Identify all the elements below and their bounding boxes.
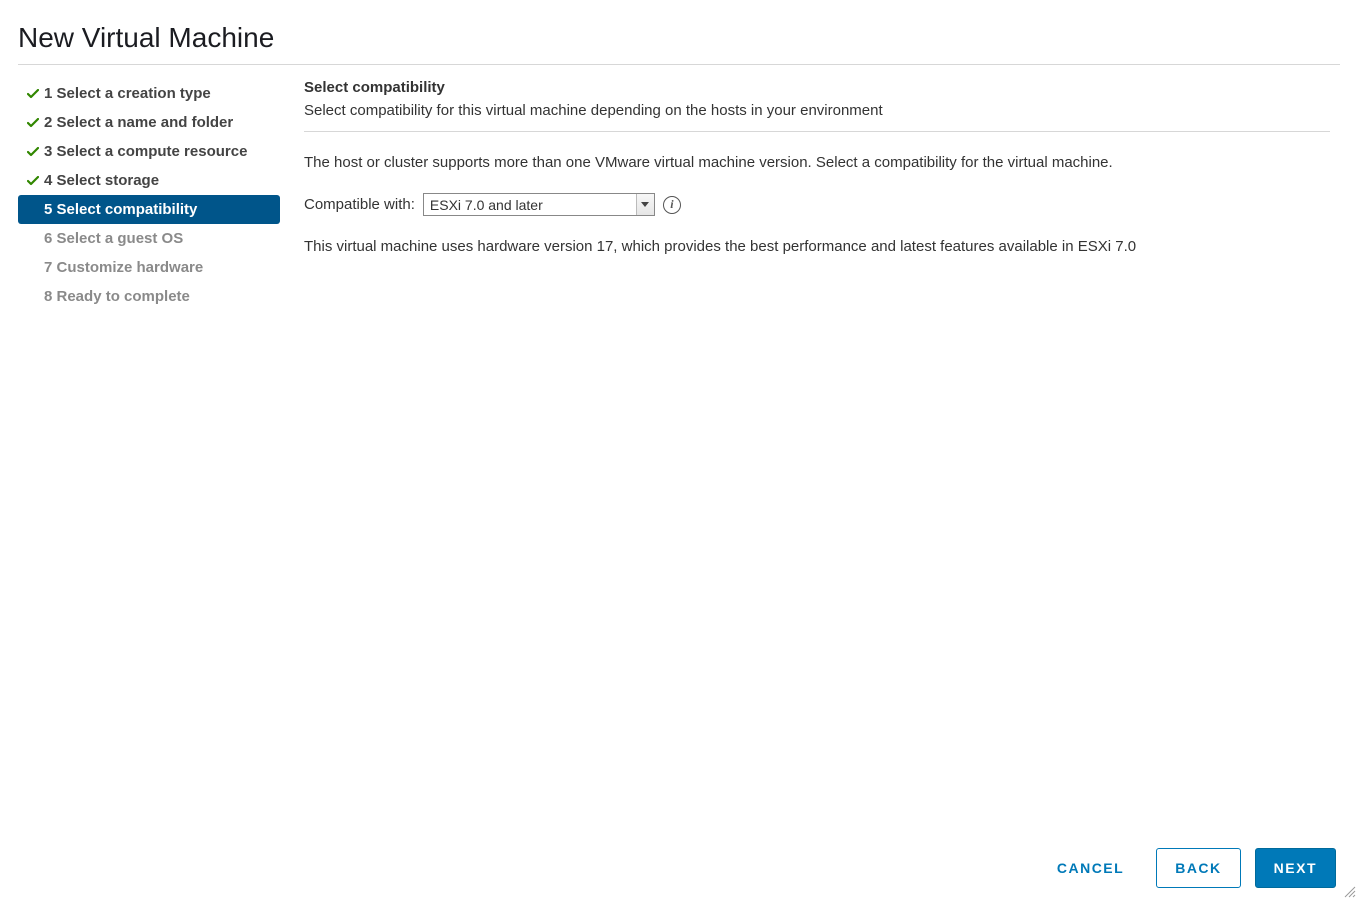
info-icon[interactable]: i: [663, 196, 681, 214]
content-subheading: Select compatibility for this virtual ma…: [304, 102, 1330, 132]
hardware-version-hint: This virtual machine uses hardware versi…: [304, 238, 1330, 255]
content-description: The host or cluster supports more than o…: [304, 154, 1330, 171]
wizard-steps-sidebar: 1 Select a creation type 2 Select a name…: [18, 79, 280, 311]
step-label: 1 Select a creation type: [44, 85, 211, 102]
wizard-footer: CANCEL BACK NEXT: [1039, 848, 1336, 888]
step-guest-os: 6 Select a guest OS: [18, 224, 280, 253]
step-label: 5 Select compatibility: [44, 201, 197, 218]
cancel-button[interactable]: CANCEL: [1039, 848, 1142, 888]
step-label: 8 Ready to complete: [44, 288, 190, 305]
check-icon: [24, 147, 42, 157]
step-compute-resource[interactable]: 3 Select a compute resource: [18, 137, 280, 166]
step-label: 3 Select a compute resource: [44, 143, 247, 160]
step-label: 4 Select storage: [44, 172, 159, 189]
step-compatibility[interactable]: 5 Select compatibility: [18, 195, 280, 224]
step-label: 2 Select a name and folder: [44, 114, 233, 131]
wizard-title: New Virtual Machine: [18, 22, 1340, 65]
back-button[interactable]: BACK: [1156, 848, 1240, 888]
content-heading: Select compatibility: [304, 79, 1330, 96]
step-storage[interactable]: 4 Select storage: [18, 166, 280, 195]
wizard-content: Select compatibility Select compatibilit…: [304, 79, 1340, 311]
step-name-folder[interactable]: 2 Select a name and folder: [18, 108, 280, 137]
step-label: 7 Customize hardware: [44, 259, 203, 276]
step-customize-hardware: 7 Customize hardware: [18, 253, 280, 282]
step-creation-type[interactable]: 1 Select a creation type: [18, 79, 280, 108]
check-icon: [24, 176, 42, 186]
next-button[interactable]: NEXT: [1255, 848, 1336, 888]
check-icon: [24, 118, 42, 128]
compatibility-label: Compatible with:: [304, 196, 415, 213]
resize-grip-icon[interactable]: [1342, 884, 1356, 898]
compatibility-select[interactable]: ESXi 7.0 and later: [423, 193, 655, 216]
check-icon: [24, 89, 42, 99]
step-ready-complete: 8 Ready to complete: [18, 282, 280, 311]
step-label: 6 Select a guest OS: [44, 230, 183, 247]
